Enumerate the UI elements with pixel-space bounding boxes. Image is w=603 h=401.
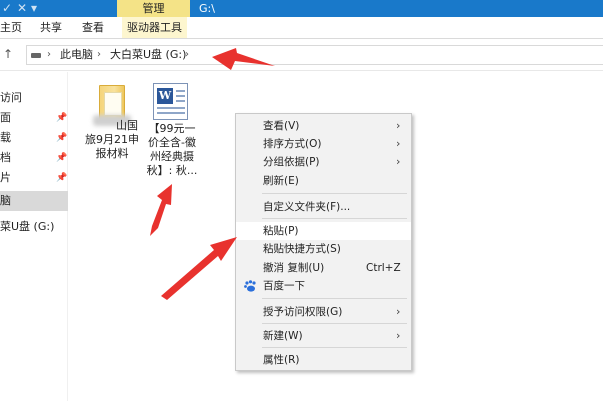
menu-separator <box>262 218 407 219</box>
chevron-down-icon[interactable]: ▾ <box>31 0 37 17</box>
navigation-pane: 访问 面 📌 载 📌 档 📌 片 📌 脑 菜U盘 (G:) <box>0 72 68 401</box>
menu-separator <box>262 323 407 324</box>
tab-home[interactable]: 主页 <box>0 17 22 38</box>
breadcrumb-drive[interactable]: 大白菜U盘 (G:) <box>110 48 186 62</box>
pin-icon: 📌 <box>56 153 68 163</box>
word-document-icon[interactable]: W <box>153 83 188 120</box>
menu-item-paste-shortcut[interactable]: 粘贴快捷方式(S) <box>236 240 411 258</box>
shortcut-label: Ctrl+Z <box>366 262 401 274</box>
chevron-right-icon[interactable]: › <box>97 48 101 62</box>
folder-item[interactable]: 山国 旅9月21申 报材料 <box>82 119 142 161</box>
menu-item-sort[interactable]: 排序方式(O) › <box>236 135 411 153</box>
menu-item-group[interactable]: 分组依据(P) › <box>236 153 411 171</box>
nav-item-quick-access[interactable]: 访问 <box>0 88 68 108</box>
breadcrumb-this-pc[interactable]: 此电脑 <box>60 48 93 62</box>
menu-item-refresh[interactable]: 刷新(E) <box>236 172 411 190</box>
title-bar: ✓ ✕ ▾ 管理 G:\ <box>0 0 603 17</box>
chevron-right-icon: › <box>396 119 401 132</box>
chevron-right-icon[interactable]: › <box>185 48 189 62</box>
chevron-right-icon: › <box>396 155 401 168</box>
drive-icon <box>31 53 41 58</box>
baidu-paw-icon <box>244 280 256 292</box>
nav-item-documents[interactable]: 档 📌 <box>0 148 68 168</box>
pin-icon: 📌 <box>56 133 68 143</box>
context-menu: 查看(V) › 排序方式(O) › 分组依据(P) › 刷新(E) 自定义文件夹(F)… <box>235 113 412 371</box>
menu-item-undo-copy[interactable]: 撤消 复制(U) Ctrl+Z <box>236 259 411 277</box>
tab-manage[interactable]: 管理 <box>117 0 190 17</box>
menu-item-view[interactable]: 查看(V) › <box>236 117 411 135</box>
menu-item-properties[interactable]: 属性(R) <box>236 351 411 369</box>
tab-drive-tools[interactable]: 驱动器工具 <box>122 17 187 38</box>
document-item[interactable]: 【99元一 价全含-徽 州经典摄 秋】: 秋... <box>142 122 202 178</box>
up-arrow-icon[interactable]: ↑ <box>3 47 13 61</box>
check-icon[interactable]: ✓ <box>2 0 12 17</box>
address-bar-row: ↑ › 此电脑 › 大白菜U盘 (G:) › <box>0 39 603 71</box>
nav-item-desktop[interactable]: 面 📌 <box>0 108 68 128</box>
nav-item-this-pc[interactable]: 脑 <box>0 191 68 211</box>
menu-item-paste[interactable]: 粘贴(P) <box>236 222 411 240</box>
chevron-right-icon: › <box>396 137 401 150</box>
menu-separator <box>262 347 407 348</box>
window-title: G:\ <box>199 2 215 15</box>
menu-separator <box>262 193 407 194</box>
chevron-right-icon: › <box>396 305 401 318</box>
menu-separator <box>262 298 407 299</box>
close-icon[interactable]: ✕ <box>17 0 27 17</box>
annotation-arrow-file <box>150 184 172 236</box>
pin-icon: 📌 <box>56 113 68 123</box>
menu-item-baidu[interactable]: 百度一下 <box>236 277 411 295</box>
nav-item-usb-drive[interactable]: 菜U盘 (G:) <box>0 217 68 237</box>
chevron-right-icon: › <box>396 329 401 342</box>
nav-item-downloads[interactable]: 载 📌 <box>0 128 68 148</box>
annotation-arrow-paste <box>161 237 237 300</box>
nav-item-pictures[interactable]: 片 📌 <box>0 168 68 188</box>
address-bar[interactable]: › 此电脑 › 大白菜U盘 (G:) › <box>26 45 603 65</box>
menu-item-grant-access[interactable]: 授予访问权限(G) › <box>236 303 411 321</box>
pin-icon: 📌 <box>56 173 68 183</box>
tab-share[interactable]: 共享 <box>40 17 62 38</box>
menu-item-new[interactable]: 新建(W) › <box>236 327 411 345</box>
ribbon-tabs: 主页 共享 查看 驱动器工具 <box>0 17 603 39</box>
tab-view[interactable]: 查看 <box>82 17 104 38</box>
menu-item-customize[interactable]: 自定义文件夹(F)... <box>236 198 411 216</box>
chevron-right-icon[interactable]: › <box>47 48 51 62</box>
